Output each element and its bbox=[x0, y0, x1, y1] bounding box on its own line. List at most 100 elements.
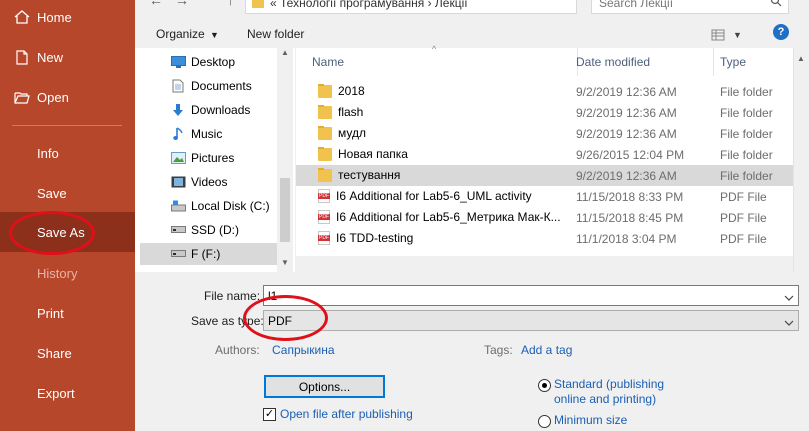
drive-icon bbox=[170, 199, 186, 213]
file-type: File folder bbox=[720, 169, 773, 183]
radio-minimum-size[interactable] bbox=[538, 415, 551, 428]
folder-icon bbox=[318, 105, 332, 119]
file-name: І6 TDD-testing bbox=[336, 231, 414, 245]
file-date: 11/15/2018 8:45 PM bbox=[576, 211, 684, 225]
nav-scrollbar-thumb[interactable] bbox=[280, 178, 290, 242]
folder-icon bbox=[318, 168, 332, 182]
file-name-input[interactable]: l1 bbox=[263, 285, 799, 306]
sidebar-item-label: Save bbox=[37, 185, 67, 201]
file-name: 2018 bbox=[338, 84, 365, 98]
search-placeholder: Search Лекції bbox=[599, 0, 674, 10]
new-folder-button[interactable]: New folder bbox=[247, 27, 304, 41]
music-icon bbox=[170, 127, 186, 141]
file-date: 9/2/2019 12:36 AM bbox=[576, 106, 677, 120]
file-name: Новая папка bbox=[338, 147, 408, 161]
file-row[interactable]: І6 Additional for Lab5-6_UML activity 11… bbox=[296, 186, 809, 207]
file-name: І6 Additional for Lab5-6_UML activity bbox=[336, 189, 532, 203]
file-row[interactable]: Новая папка 9/26/2015 12:04 PM File fold… bbox=[296, 144, 809, 165]
downloads-icon bbox=[170, 103, 186, 117]
sidebar-item-history[interactable]: History bbox=[0, 253, 135, 293]
nav-item-label: Music bbox=[191, 127, 223, 141]
search-icon bbox=[770, 0, 782, 10]
view-options-button[interactable]: ▼ bbox=[711, 28, 745, 42]
search-input[interactable]: Search Лекції bbox=[591, 0, 789, 14]
folder-icon bbox=[252, 0, 264, 8]
file-name: flash bbox=[338, 105, 364, 119]
scroll-up-arrow-icon[interactable]: ▲ bbox=[281, 48, 289, 57]
nav-item-label: Local Disk (C:) bbox=[191, 199, 270, 213]
file-type: File folder bbox=[720, 85, 773, 99]
nav-item-label: Desktop bbox=[191, 55, 236, 69]
sidebar-item-save[interactable]: Save bbox=[0, 173, 135, 213]
videos-icon bbox=[170, 175, 186, 189]
file-name-label: File name: bbox=[204, 289, 261, 303]
sidebar-item-open[interactable]: Open bbox=[0, 77, 135, 117]
save-as-type-select[interactable]: PDF bbox=[263, 310, 799, 331]
file-row[interactable]: мудл 9/2/2019 12:36 AM File folder bbox=[296, 123, 809, 144]
annotation-ellipse-save-as bbox=[9, 211, 95, 255]
authors-label: Authors: bbox=[215, 343, 260, 357]
file-row[interactable]: 2018 9/2/2019 12:36 AM File folder bbox=[296, 81, 809, 102]
new-document-icon bbox=[12, 49, 32, 65]
file-row[interactable]: тестування 9/2/2019 12:36 AM File folder bbox=[296, 165, 809, 186]
options-button[interactable]: Options... bbox=[264, 375, 385, 398]
file-list: ^ Name Date modified Type 2018 9/2/2019 … bbox=[296, 44, 809, 272]
folder-icon bbox=[318, 147, 332, 161]
view-list-icon bbox=[711, 29, 725, 41]
sidebar-item-print[interactable]: Print bbox=[0, 293, 135, 333]
open-after-publishing-checkbox[interactable]: ✓ bbox=[263, 408, 276, 421]
sidebar-item-export[interactable]: Export bbox=[0, 373, 135, 413]
column-header-name[interactable]: Name bbox=[306, 48, 578, 76]
open-after-publishing-label[interactable]: Open file after publishing bbox=[280, 407, 413, 422]
file-date: 11/1/2018 3:04 PM bbox=[576, 232, 677, 246]
column-header-date[interactable]: Date modified bbox=[570, 48, 714, 76]
open-folder-icon bbox=[12, 91, 32, 104]
navigation-pane: Desktop Documents Downloads Music Pictur… bbox=[135, 48, 295, 272]
radio-minimum-size-label[interactable]: Minimum size bbox=[554, 413, 627, 428]
address-path: « Технології програмування › Лекції bbox=[270, 0, 468, 10]
radio-standard[interactable] bbox=[538, 379, 551, 392]
organize-button[interactable]: Organize ▼ bbox=[156, 27, 219, 41]
forward-arrow-icon[interactable]: → bbox=[175, 0, 189, 8]
nav-item-label: Downloads bbox=[191, 103, 251, 117]
sidebar-item-new[interactable]: New bbox=[0, 37, 135, 77]
pdf-file-icon bbox=[318, 231, 330, 245]
file-date: 9/2/2019 12:36 AM bbox=[576, 169, 677, 183]
authors-value[interactable]: Сапрыкина bbox=[272, 343, 335, 357]
sidebar-item-label: Home bbox=[37, 9, 72, 25]
sidebar-item-info[interactable]: Info bbox=[0, 133, 135, 173]
file-row[interactable]: flash 9/2/2019 12:36 AM File folder bbox=[296, 102, 809, 123]
file-list-vertical-scrollbar[interactable]: ▲ bbox=[793, 48, 809, 272]
file-row[interactable]: І6 TDD-testing 11/1/2018 3:04 PM PDF Fil… bbox=[296, 228, 809, 249]
nav-item-label: Pictures bbox=[191, 151, 235, 165]
sidebar-item-label: Open bbox=[37, 89, 69, 105]
file-name: мудл bbox=[338, 126, 366, 140]
file-type: File folder bbox=[720, 148, 773, 162]
back-arrow-icon[interactable]: ← bbox=[149, 0, 163, 8]
scroll-down-arrow-icon[interactable]: ▼ bbox=[281, 258, 289, 267]
file-row[interactable]: І6 Additional for Lab5-6_Метрика Мак-К..… bbox=[296, 207, 809, 228]
file-date: 9/26/2015 12:04 PM bbox=[576, 148, 685, 162]
file-type: PDF File bbox=[720, 232, 767, 246]
chevron-down-icon: ▼ bbox=[733, 30, 742, 40]
nav-item-label: F (F:) bbox=[191, 247, 221, 261]
chevron-down-icon[interactable] bbox=[784, 290, 794, 304]
nav-item-f-drive[interactable]: F (F:) bbox=[140, 243, 277, 265]
drive-icon bbox=[170, 223, 186, 237]
scroll-up-arrow-icon[interactable]: ▲ bbox=[797, 54, 805, 63]
file-list-scrollbar[interactable] bbox=[296, 256, 809, 272]
tags-input[interactable]: Add a tag bbox=[521, 343, 572, 357]
pdf-file-icon bbox=[318, 189, 330, 203]
file-date: 9/2/2019 12:36 AM bbox=[576, 127, 677, 141]
file-date: 9/2/2019 12:36 AM bbox=[576, 85, 677, 99]
organize-label: Organize bbox=[156, 27, 205, 41]
radio-standard-label[interactable]: Standard (publishing online and printing… bbox=[554, 377, 679, 407]
nav-scrollbar[interactable]: ▲ ▼ bbox=[277, 48, 293, 272]
sidebar-item-share[interactable]: Share bbox=[0, 333, 135, 373]
up-arrow-icon[interactable]: ↑ bbox=[227, 0, 234, 8]
sidebar-item-home[interactable]: Home bbox=[0, 0, 135, 37]
backstage-sidebar: Home New Open Info Save Save As History … bbox=[0, 0, 135, 431]
address-box[interactable]: « Технології програмування › Лекції bbox=[245, 0, 577, 14]
chevron-down-icon bbox=[784, 315, 794, 329]
help-button[interactable]: ? bbox=[773, 24, 789, 40]
